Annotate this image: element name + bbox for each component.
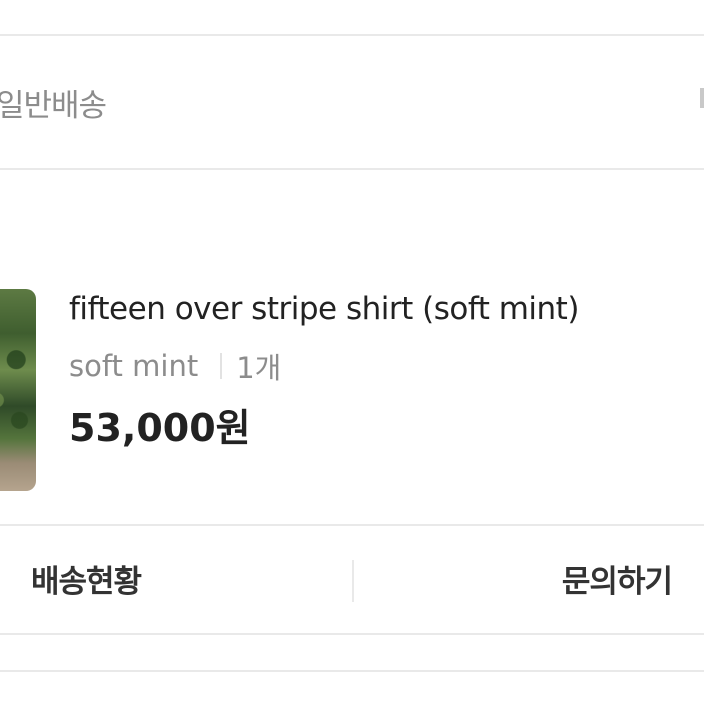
product-quantity: 1개 — [236, 351, 282, 385]
inquiry-button[interactable]: 문의하기 — [562, 556, 673, 601]
actions-separator — [352, 560, 354, 602]
product-thumbnail[interactable] — [0, 289, 36, 491]
product-option: soft mint — [69, 349, 199, 383]
shipping-method-label: 일반배송 — [0, 88, 107, 124]
bottom-divider — [0, 670, 704, 672]
option-separator — [220, 353, 223, 379]
product-name[interactable]: fifteen over stripe shirt (soft mint) — [69, 291, 579, 327]
product-option-line: soft mint 1개 — [69, 345, 281, 387]
edge-fragment — [700, 88, 704, 108]
section-divider — [0, 168, 704, 170]
delivery-status-button[interactable]: 배송현황 — [31, 556, 142, 601]
product-price: 53,000원 — [69, 406, 251, 450]
top-divider — [0, 34, 704, 36]
order-item-screen: 일반배송 fifteen over stripe shirt (soft min… — [0, 0, 704, 704]
actions-bottom-divider — [0, 633, 704, 635]
actions-top-divider — [0, 524, 704, 526]
